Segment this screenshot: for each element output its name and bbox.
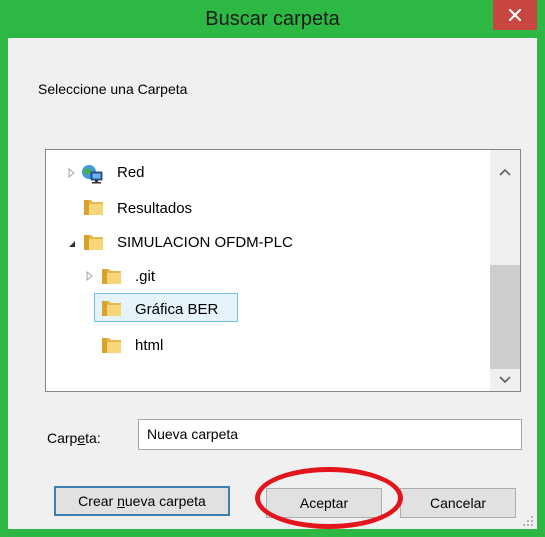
close-button[interactable]: [493, 0, 537, 30]
label-accelerator: e: [77, 430, 86, 446]
folder-icon: [102, 338, 121, 353]
scroll-up-button[interactable]: [490, 160, 520, 184]
chevron-right-icon[interactable]: [67, 168, 77, 178]
tree-item-label: Gráfica BER: [135, 301, 219, 318]
tree-item-label: .git: [135, 268, 156, 285]
new-folder-button[interactable]: Crear nueva carpeta: [54, 486, 230, 516]
label-text: ta:: [85, 430, 101, 446]
chevron-expanded-icon[interactable]: [67, 239, 77, 249]
label-text: Carp: [47, 430, 78, 446]
close-icon: [508, 8, 522, 22]
tree-item-label: Resultados: [117, 200, 193, 217]
folder-name-input[interactable]: Nueva carpeta: [138, 419, 522, 450]
annotation-circle: [255, 467, 403, 529]
network-icon: [82, 165, 103, 184]
cancel-button[interactable]: Cancelar: [400, 488, 516, 518]
folder-icon: [84, 235, 103, 250]
button-text: ueva carpeta: [124, 493, 206, 509]
prompt-text: Seleccione una Carpeta: [38, 81, 188, 97]
window-title: Buscar carpeta: [205, 8, 340, 30]
folder-icon: [84, 200, 103, 215]
tree-item-label: html: [135, 337, 164, 354]
folder-icon: [102, 269, 121, 284]
scrollbar-thumb[interactable]: [490, 265, 520, 369]
button-accelerator: n: [117, 493, 125, 509]
folder-icon: [102, 301, 121, 316]
folder-field-label: Carpeta:: [47, 430, 101, 446]
title-bar[interactable]: Buscar carpeta: [0, 0, 545, 38]
scroll-down-button[interactable]: [490, 368, 520, 392]
resize-grip-icon[interactable]: [522, 515, 534, 527]
button-text: Crear: [78, 493, 118, 509]
tree-item-label: SIMULACION OFDM-PLC: [117, 234, 293, 251]
chevron-right-icon[interactable]: [85, 271, 95, 281]
chevron-down-icon: [499, 376, 511, 384]
tree-item-label: Red: [117, 164, 145, 181]
chevron-up-icon: [499, 168, 511, 176]
